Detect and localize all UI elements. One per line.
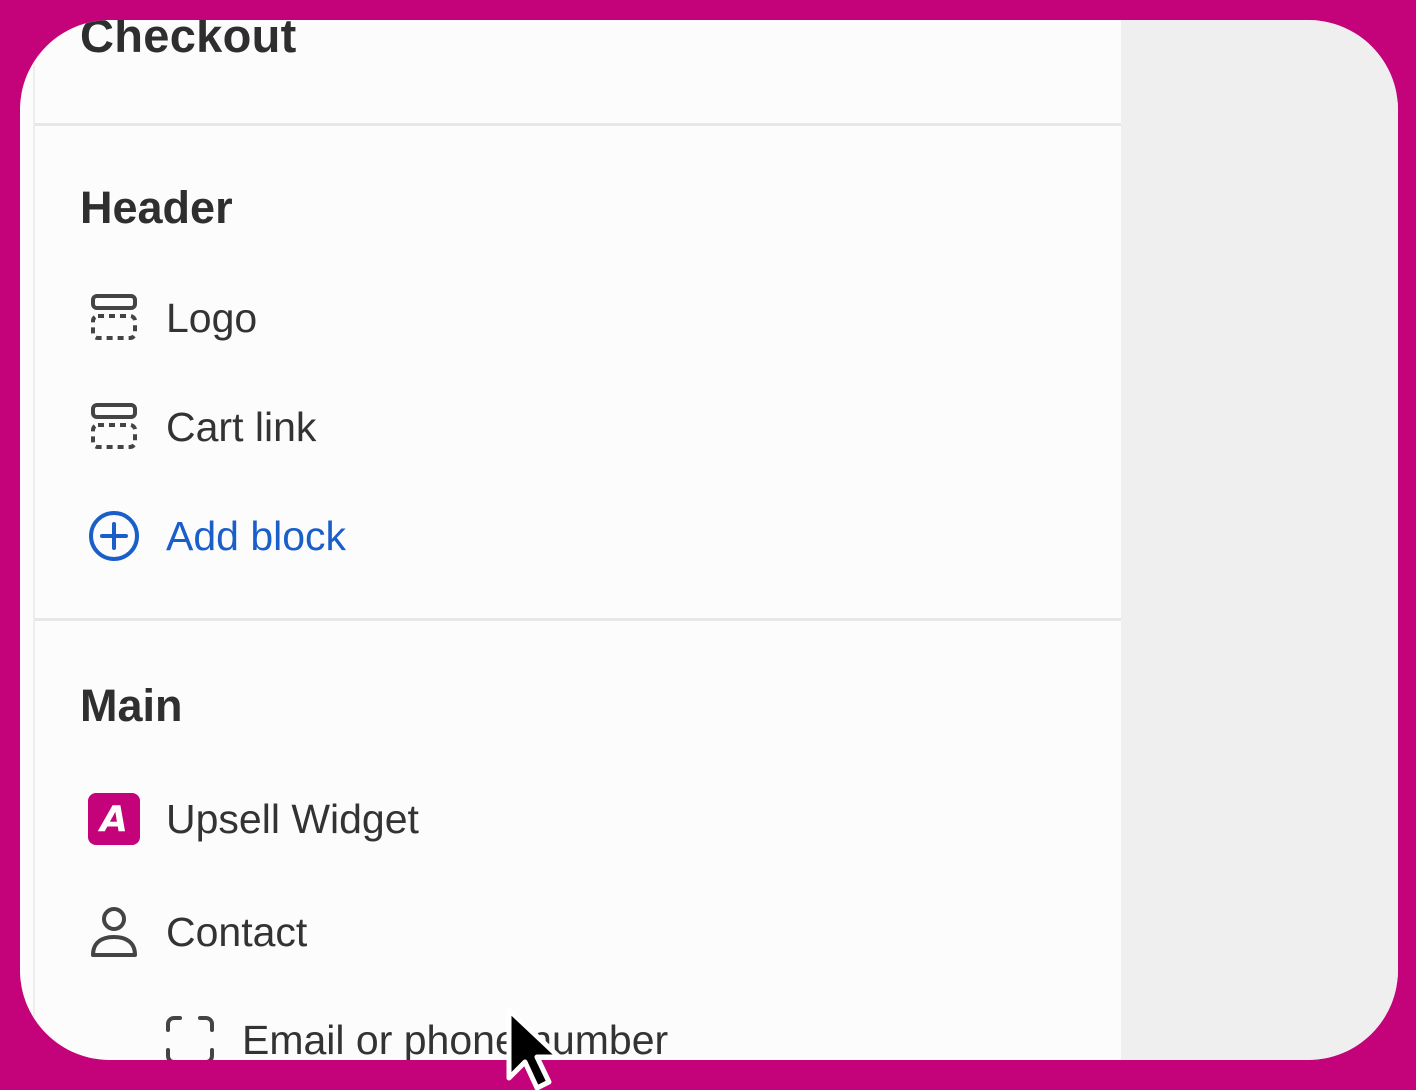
- block-item-label: Contact: [166, 908, 308, 955]
- preview-pane[interactable]: [1121, 20, 1398, 1060]
- block-item-contact[interactable]: Contact: [86, 902, 307, 962]
- section-heading-header: Header: [80, 182, 233, 233]
- section-divider: [35, 618, 1121, 621]
- person-icon: [86, 904, 142, 960]
- add-block-button[interactable]: Add block: [86, 506, 346, 566]
- customizer-sidebar: Checkout Header Logo Cart link Add block…: [20, 20, 1121, 1060]
- dashed-block-icon: [86, 290, 142, 346]
- dashed-square-icon: [162, 1012, 218, 1060]
- block-item-label: Email or phone number: [242, 1016, 669, 1061]
- block-item-label: Logo: [166, 294, 258, 341]
- app-window: Checkout Header Logo Cart link Add block…: [20, 20, 1398, 1060]
- block-item-label: Cart link: [166, 403, 317, 450]
- section-divider: [35, 123, 1121, 126]
- block-item-cart-link[interactable]: Cart link: [86, 397, 316, 457]
- block-item-email-or-phone[interactable]: Email or phone number: [162, 1010, 668, 1060]
- add-block-label: Add block: [166, 512, 347, 559]
- app-badge-letter: A: [88, 793, 140, 845]
- section-heading-main: Main: [80, 680, 183, 731]
- app-logo-icon: A: [86, 791, 142, 847]
- mouse-pointer-icon: [506, 1007, 562, 1090]
- page-title: Checkout: [80, 20, 297, 62]
- panel-border: [33, 20, 35, 1060]
- block-item-upsell-widget[interactable]: A Upsell Widget: [86, 789, 419, 849]
- dashed-block-icon: [86, 399, 142, 455]
- block-item-logo[interactable]: Logo: [86, 288, 257, 348]
- block-item-label: Upsell Widget: [166, 795, 419, 842]
- add-circle-icon: [86, 508, 142, 564]
